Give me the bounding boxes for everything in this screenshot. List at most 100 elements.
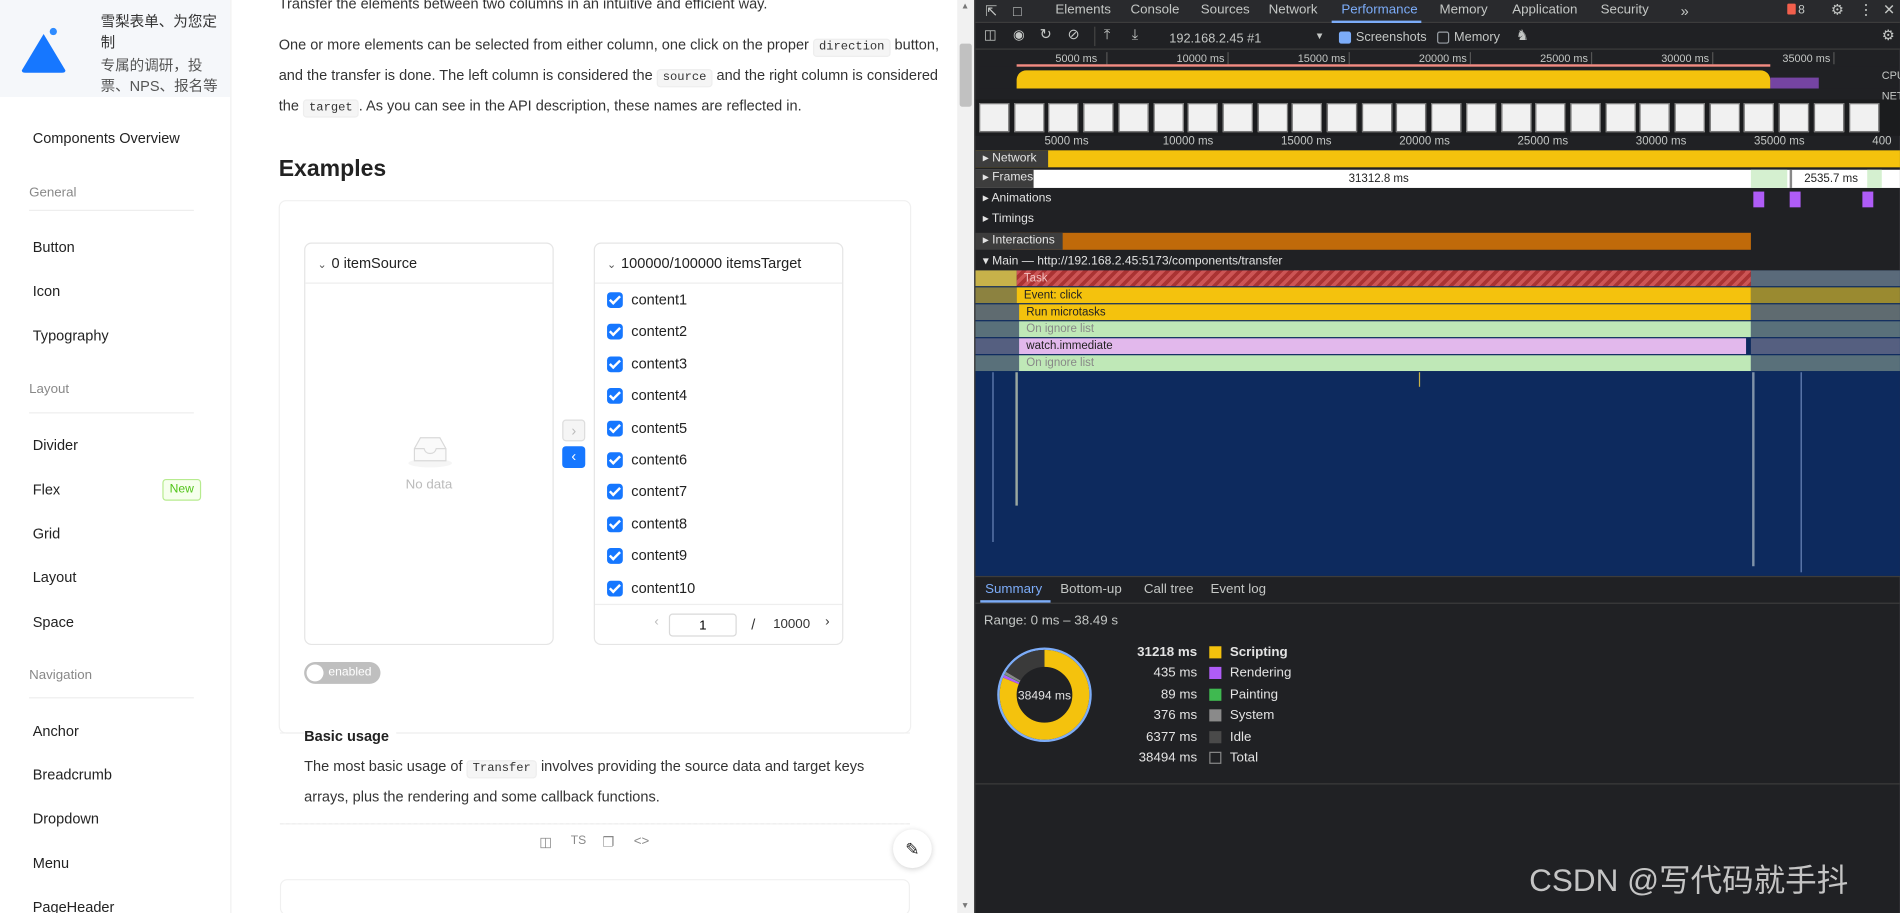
flame-ignore-list-1[interactable]: On ignore list	[1019, 321, 1751, 338]
screenshot-thumbnail[interactable]	[1431, 103, 1462, 133]
screenshot-thumbnail[interactable]	[1396, 103, 1427, 133]
screenshot-thumbnail[interactable]	[979, 103, 1010, 133]
sidebar-item-pageheader[interactable]: PageHeader	[33, 898, 115, 913]
move-left-button[interactable]: ‹	[562, 446, 586, 469]
sidebar-item-grid[interactable]: Grid	[33, 525, 60, 542]
sidebar-item-menu[interactable]: Menu	[33, 855, 69, 872]
page-input[interactable]	[668, 613, 737, 637]
sidebar-item-anchor[interactable]: Anchor	[33, 723, 79, 740]
target-item-label[interactable]: content1	[631, 291, 687, 308]
details-tab-call-tree[interactable]: Call tree	[1144, 582, 1194, 597]
item-checkbox[interactable]	[607, 548, 623, 565]
codesandbox-icon[interactable]: ◫	[539, 834, 552, 850]
main-track-label[interactable]: ▾ Main — http://192.168.2.45:5173/compon…	[983, 255, 1283, 268]
next-page-icon[interactable]: ›	[825, 615, 829, 630]
screenshot-thumbnail[interactable]	[1674, 103, 1705, 133]
screenshot-thumbnail[interactable]	[1326, 103, 1358, 133]
page-scrollbar[interactable]	[957, 0, 975, 913]
item-checkbox[interactable]	[607, 516, 623, 533]
tab-security[interactable]: Security	[1601, 2, 1649, 17]
upload-icon[interactable]: ⤒	[1104, 25, 1110, 43]
record-icon[interactable]: ◉	[1013, 27, 1025, 43]
target-item-label[interactable]: content9	[631, 547, 687, 564]
tab-elements[interactable]: Elements	[1055, 2, 1111, 17]
more-tabs-icon[interactable]: »	[1681, 2, 1689, 19]
screenshot-thumbnail[interactable]	[1639, 103, 1671, 133]
issues-icon[interactable]	[1787, 3, 1796, 15]
target-item-label[interactable]: content8	[631, 515, 687, 532]
sidebar-item-divider[interactable]: Divider	[33, 437, 78, 454]
screenshot-thumbnail[interactable]	[1222, 103, 1253, 133]
screenshot-thumbnail[interactable]	[1744, 103, 1775, 133]
screenshot-thumbnail[interactable]	[1605, 103, 1636, 133]
theme-toggle-icon[interactable]: ✎	[893, 829, 932, 869]
prev-page-icon[interactable]: ‹	[654, 615, 658, 630]
screenshot-thumbnail[interactable]	[1535, 103, 1566, 133]
inspect-element-icon[interactable]: ⇱	[985, 2, 997, 19]
details-tab-event-log[interactable]: Event log	[1210, 582, 1266, 597]
target-item-label[interactable]: content4	[631, 387, 687, 404]
enabled-switch[interactable]: enabled	[304, 662, 381, 684]
screenshot-thumbnail[interactable]	[1083, 103, 1114, 133]
item-checkbox[interactable]	[607, 324, 623, 340]
flame-task[interactable]: Task	[1016, 270, 1751, 287]
screenshot-thumbnail[interactable]	[1118, 103, 1149, 133]
screenshot-thumbnail[interactable]	[1013, 103, 1045, 133]
screenshot-thumbnail[interactable]	[1709, 103, 1740, 133]
garbage-collect-icon[interactable]: ♞	[1516, 27, 1529, 44]
screenshot-thumbnail[interactable]	[1152, 103, 1184, 133]
tab-console[interactable]: Console	[1131, 2, 1180, 17]
target-item-label[interactable]: content10	[631, 579, 695, 596]
item-checkbox[interactable]	[607, 580, 623, 597]
sidebar-item-typography[interactable]: Typography	[33, 327, 109, 344]
scroll-down-icon[interactable]: ▼	[961, 902, 969, 910]
interactions-track-label[interactable]: ▸ Interactions	[983, 234, 1055, 247]
screenshot-thumbnail[interactable]	[1848, 103, 1879, 133]
network-track[interactable]	[975, 150, 1900, 168]
screenshot-thumbnail[interactable]	[1500, 103, 1531, 133]
download-icon[interactable]: ⤓	[1132, 25, 1138, 43]
scroll-up-icon[interactable]: ▲	[961, 2, 969, 10]
tab-application[interactable]: Application	[1512, 2, 1577, 17]
sidebar-item-button[interactable]: Button	[33, 239, 75, 256]
screenshot-thumbnail[interactable]	[1048, 103, 1079, 133]
copy-icon[interactable]: ❐	[602, 834, 614, 850]
item-checkbox[interactable]	[607, 292, 623, 308]
target-item-label[interactable]: content6	[631, 451, 687, 468]
clear-icon[interactable]: ⊘	[1068, 25, 1080, 42]
flame-event-click[interactable]: Event: click	[1016, 287, 1751, 304]
target-item-label[interactable]: content3	[631, 355, 687, 372]
issues-count[interactable]: 8	[1798, 4, 1805, 17]
memory-checkbox[interactable]	[1437, 31, 1450, 44]
sidebar-item-breadcrumb[interactable]: Breadcrumb	[33, 766, 112, 783]
ts-toggle-button[interactable]: TS	[571, 834, 586, 847]
device-toolbar-icon[interactable]: □	[1013, 2, 1022, 19]
tab-network[interactable]: Network	[1269, 2, 1318, 17]
tab-memory[interactable]: Memory	[1439, 2, 1487, 17]
sidebar-item-components-overview[interactable]: Components Overview	[33, 130, 180, 147]
screenshots-checkbox[interactable]	[1338, 31, 1352, 44]
sidebar-toggle-icon[interactable]: ◫	[984, 27, 997, 43]
item-checkbox[interactable]	[607, 420, 623, 437]
frames-track-label[interactable]: ▸ Frames	[983, 171, 1034, 184]
code-expand-icon[interactable]: <>	[634, 834, 650, 849]
target-item-label[interactable]: content5	[631, 419, 687, 436]
capture-settings-icon[interactable]: ⚙	[1882, 27, 1895, 44]
tab-sources[interactable]: Sources	[1201, 2, 1250, 17]
chevron-down-icon[interactable]: ⌄	[607, 258, 616, 270]
item-checkbox[interactable]	[607, 452, 623, 469]
reload-record-icon[interactable]: ↻	[1040, 25, 1052, 42]
item-checkbox[interactable]	[607, 356, 623, 372]
screenshot-thumbnail[interactable]	[1778, 103, 1810, 133]
settings-gear-icon[interactable]: ⚙	[1831, 1, 1844, 18]
target-item-label[interactable]: content2	[631, 323, 687, 340]
screenshot-thumbnail[interactable]	[1257, 103, 1288, 133]
screenshot-thumbnail[interactable]	[1361, 103, 1392, 133]
item-checkbox[interactable]	[607, 484, 623, 501]
more-options-icon[interactable]: ⋮	[1859, 1, 1874, 18]
sidebar-ad-banner[interactable]: 雪梨表单、为您定制 专属的调研，投票、NPS、报名等	[0, 0, 231, 97]
interaction-bar[interactable]	[1011, 232, 1751, 250]
target-select[interactable]: 192.168.2.45 #1	[1169, 32, 1261, 47]
details-tab-summary[interactable]: Summary	[985, 582, 1042, 597]
timings-track-label[interactable]: ▸ Timings	[983, 212, 1034, 225]
